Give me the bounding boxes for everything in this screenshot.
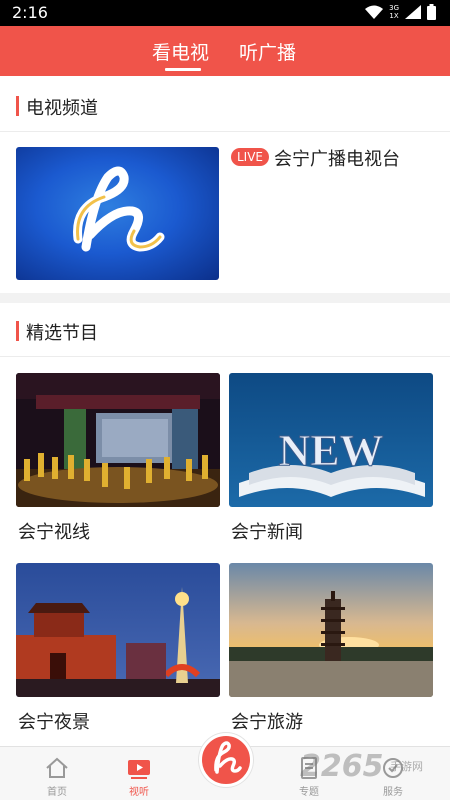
brand-logo-icon [214,741,242,774]
watermark-brand: 2265 [300,749,384,784]
section-accent-bar [16,321,19,341]
nav-label-topics: 专题 [299,787,319,798]
home-icon [46,757,68,778]
network-type: 3G 1X [389,4,399,20]
news-thumb-text: NEW [278,426,383,475]
nav-label-service: 服务 [383,787,403,798]
section-header-featured: 精选节目 [0,305,450,357]
section-title-featured: 精选节目 [26,323,98,344]
program-thumbnail-news[interactable]: NEW [229,373,433,507]
status-icons: 3G 1X [365,4,436,20]
network-type-top: 3G [389,4,399,12]
program-label[interactable]: 会宁夜景 [18,708,90,734]
channel-thumbnail[interactable] [16,147,219,280]
program-label[interactable]: 会宁视线 [18,518,90,544]
center-logo-button[interactable] [199,733,253,787]
wifi-icon [365,5,384,19]
status-bar: 2:16 3G 1X [0,0,450,26]
pagoda-sunset-image [229,563,433,697]
live-badge: LIVE [231,148,270,166]
section-header-channels: 电视频道 [0,80,450,132]
news-book-image: NEW [229,373,433,507]
nav-label-home: 首页 [47,787,67,798]
top-tab-bar: 看电视 听广播 [0,26,450,76]
nav-item-home[interactable]: 首页 [27,747,87,800]
signal-icon [405,5,421,19]
play-video-icon [128,760,150,779]
battery-icon [427,4,436,20]
channel-logo-icon [73,166,165,252]
watermark-sub: 手游网 [390,760,423,773]
section-divider [0,293,450,303]
nav-item-media[interactable]: 视听 [109,747,169,800]
nav-label-media: 视听 [129,787,149,798]
program-thumbnail-travel[interactable] [229,563,433,697]
section-title-channels: 电视频道 [26,98,98,119]
status-time: 2:16 [12,3,48,22]
program-thumbnail-sightline[interactable] [16,373,220,507]
stage-performance-image [16,373,220,507]
program-label[interactable]: 会宁新闻 [231,518,303,544]
active-tab-indicator [165,68,201,71]
program-label[interactable]: 会宁旅游 [231,708,303,734]
network-type-bottom: 1X [389,12,399,20]
program-thumbnail-night[interactable] [16,563,220,697]
tab-listen-radio[interactable]: 听广播 [239,38,296,65]
tab-watch-tv[interactable]: 看电视 [152,38,209,65]
night-scene-image [16,563,220,697]
channel-name[interactable]: 会宁广播电视台 [274,145,400,171]
section-accent-bar [16,96,19,116]
